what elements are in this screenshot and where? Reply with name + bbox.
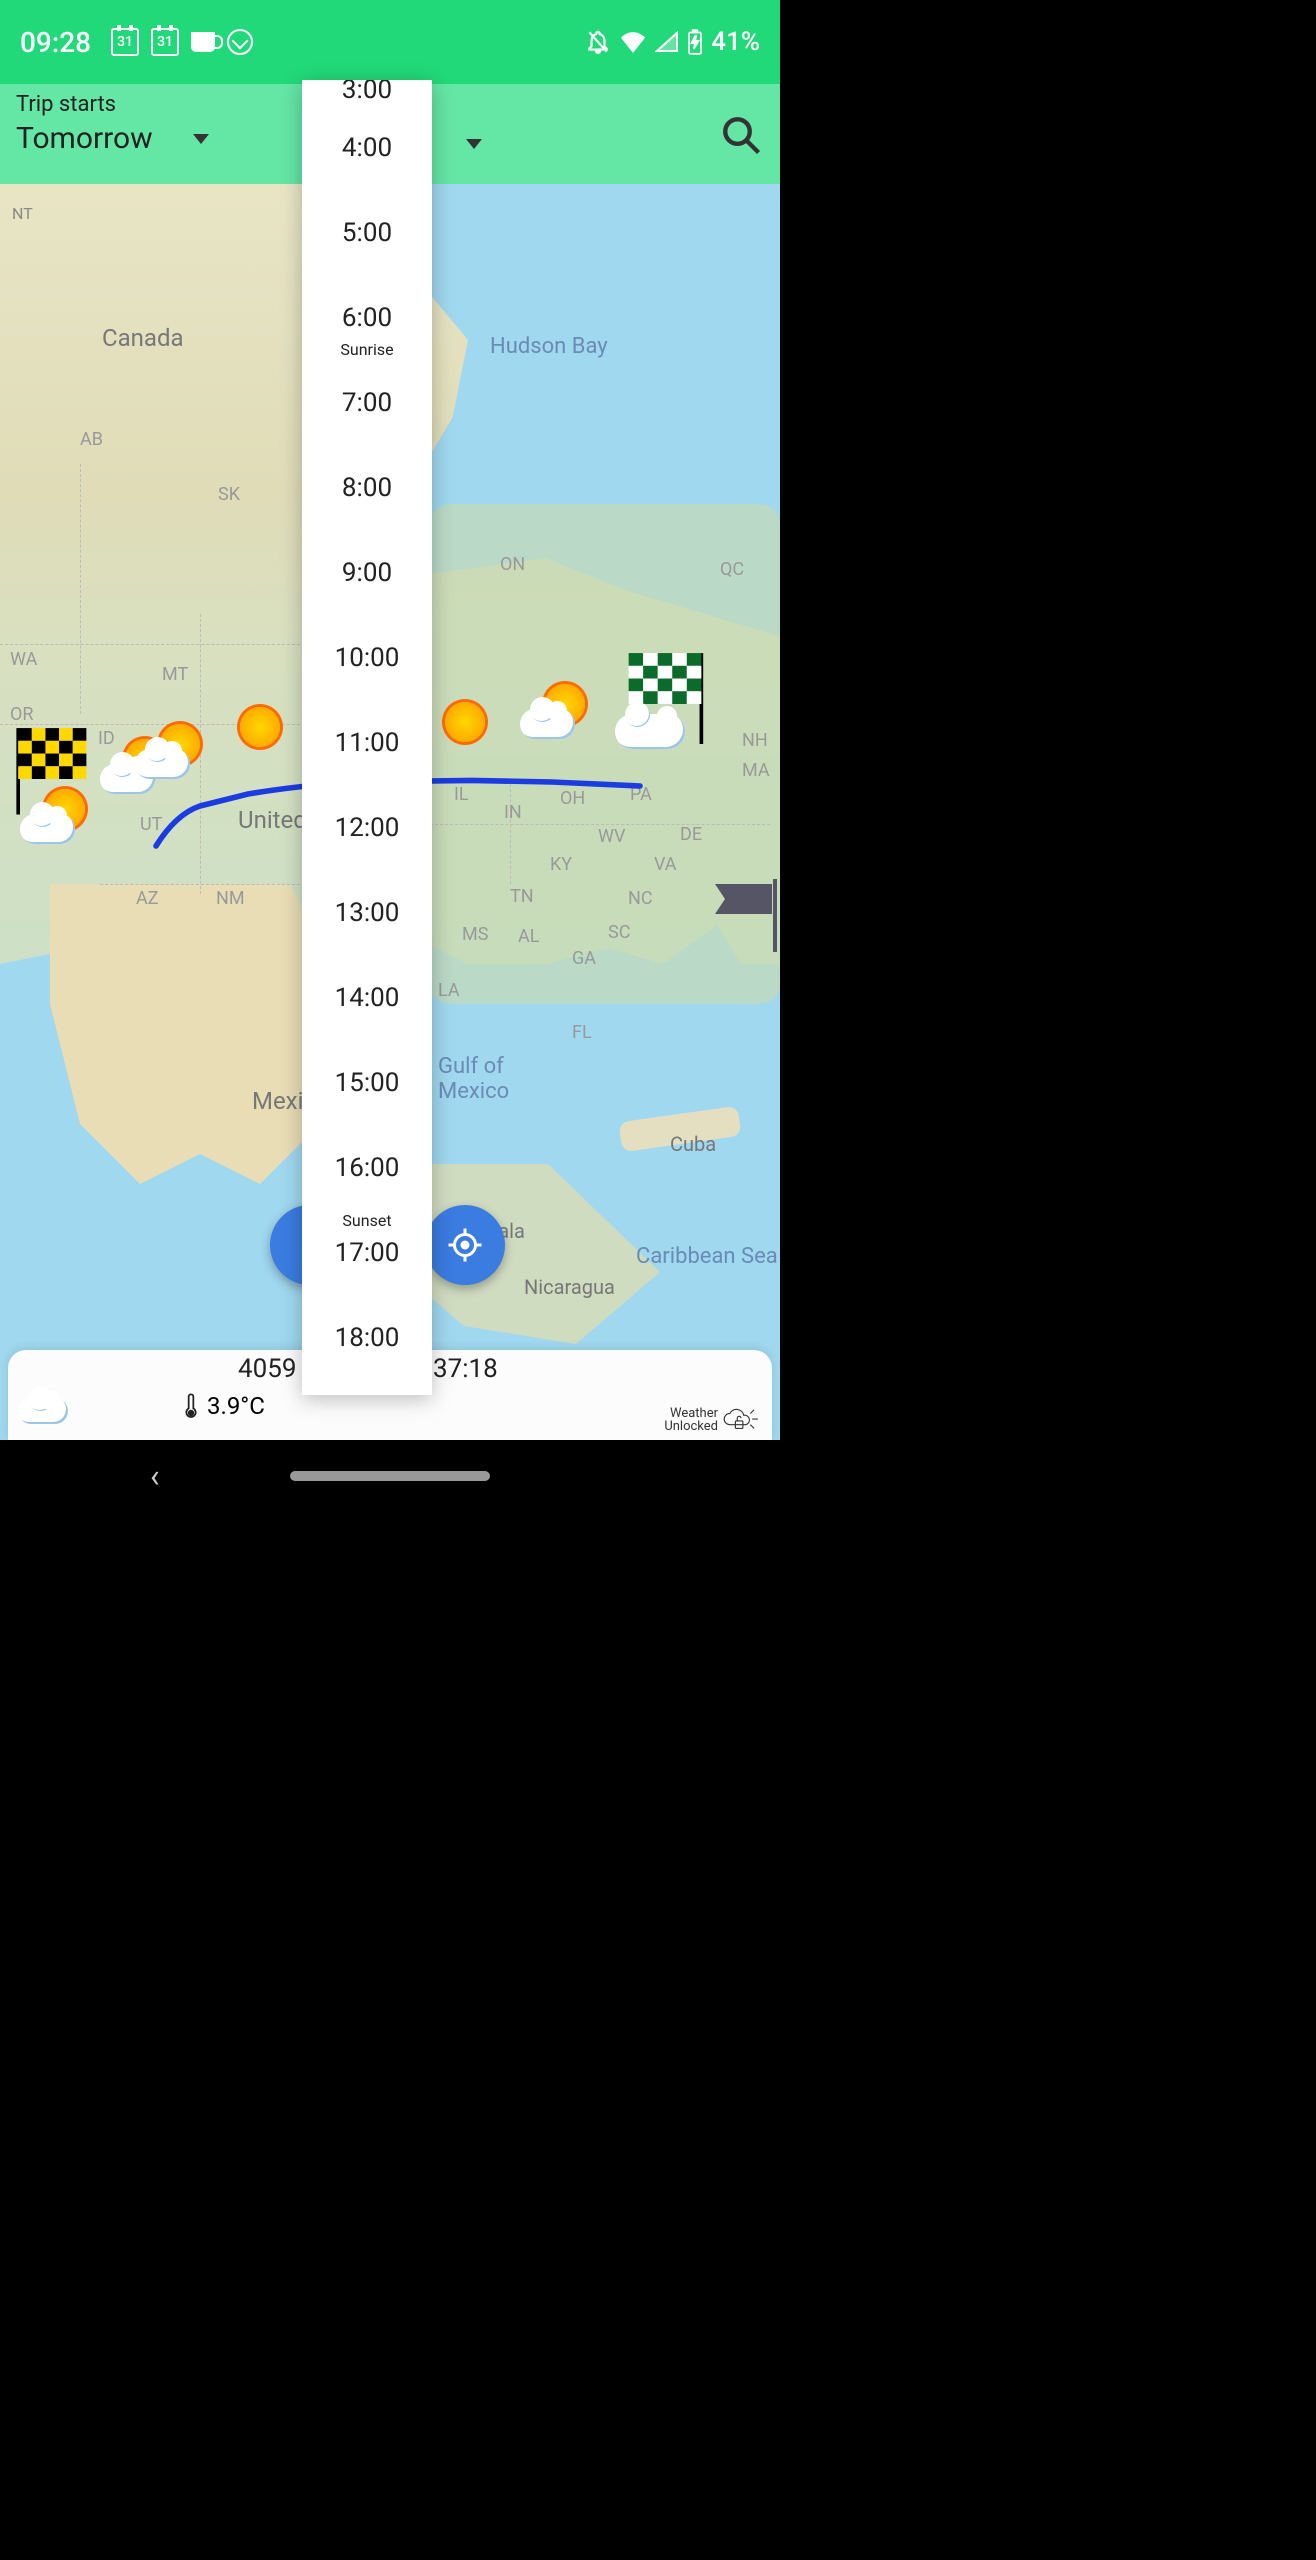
map-label: MT <box>162 664 188 685</box>
map-label: Nicaragua <box>524 1275 615 1299</box>
map-label: FL <box>572 1022 592 1043</box>
map-label: NH <box>742 730 768 751</box>
trip-starts-label: Trip starts <box>16 92 209 117</box>
day-selected: Tomorrow <box>16 121 153 156</box>
waypoint-flag-icon[interactable] <box>710 874 780 954</box>
temperature-value: 3.9°C <box>183 1392 265 1420</box>
time-option[interactable]: 12:00 <box>302 785 432 870</box>
home-pill[interactable] <box>290 1471 490 1481</box>
map-label: Caribbean Sea <box>636 1244 778 1269</box>
map-label: SC <box>608 922 630 943</box>
map-label: AL <box>518 926 539 947</box>
weather-partly-cloudy-icon <box>20 784 90 844</box>
chevron-down-icon <box>193 134 209 144</box>
map-label: Canada <box>102 324 184 352</box>
map-label: SK <box>218 484 240 505</box>
time-option[interactable]: 3:00 <box>302 80 432 105</box>
map-label: MA <box>742 760 770 781</box>
time-option[interactable]: 15:00 <box>302 1040 432 1125</box>
weather-cloud-icon <box>18 1398 68 1424</box>
time-option[interactable]: Sunrise7:00 <box>302 360 432 445</box>
map-label: VA <box>654 854 677 875</box>
calendar-icon-2: 31 <box>151 28 179 56</box>
time-option[interactable]: 16:00Sunset <box>302 1125 432 1210</box>
weather-sunny-icon <box>430 694 500 754</box>
weather-partly-cloudy-icon <box>520 684 590 744</box>
map-label: ON <box>500 554 525 575</box>
sync-icon <box>227 29 253 55</box>
map-label: TN <box>510 886 534 907</box>
time-picker[interactable]: 3:004:005:006:00Sunrise7:008:009:0010:00… <box>302 80 432 1395</box>
status-time: 09:28 <box>20 26 91 59</box>
back-button[interactable]: ‹ <box>150 1457 160 1495</box>
weather-sunny-icon <box>225 699 295 759</box>
time-option[interactable]: 10:00 <box>302 615 432 700</box>
weather-cloudy-icon <box>610 704 680 764</box>
time-option[interactable]: 5:00 <box>302 190 432 275</box>
signal-icon <box>655 31 679 53</box>
time-dropdown-arrow[interactable] <box>466 139 482 149</box>
navigation-bar: ‹ <box>0 1440 780 1512</box>
notification-off-icon <box>585 29 611 55</box>
coffee-icon <box>191 32 215 52</box>
battery-percent: 41% <box>711 27 760 57</box>
map-label: NC <box>628 888 653 909</box>
weather-unlocked-credit: Weather Unlocked <box>664 1406 760 1434</box>
map-label: LA <box>438 980 460 1001</box>
map-label: AB <box>80 429 103 450</box>
locate-me-button[interactable] <box>425 1205 505 1285</box>
battery-icon <box>687 29 703 55</box>
map-label: QC <box>720 559 744 580</box>
time-option[interactable]: 9:00 <box>302 530 432 615</box>
calendar-icon: 31 <box>111 28 139 56</box>
thermometer-icon <box>183 1392 199 1420</box>
wifi-icon <box>619 31 647 53</box>
map-label: WA <box>10 649 37 670</box>
map-label: Cuba <box>670 1132 716 1156</box>
map-label: Gulf of Mexico <box>438 1054 509 1104</box>
time-option[interactable]: 11:00 <box>302 700 432 785</box>
map-label: NM <box>216 888 245 909</box>
time-option[interactable]: 13:00 <box>302 870 432 955</box>
map-label: MS <box>462 924 488 945</box>
time-option[interactable]: 8:00 <box>302 445 432 530</box>
time-option[interactable]: 17:00 <box>302 1210 432 1295</box>
search-button[interactable] <box>720 114 762 160</box>
trip-distance: 4059 <box>238 1354 296 1384</box>
trip-duration: 37:18 <box>433 1354 498 1384</box>
map-label: Hudson Bay <box>490 334 608 359</box>
sunrise-label: Sunrise <box>340 340 393 359</box>
map-label: AZ <box>136 888 159 909</box>
map-label: KY <box>550 854 572 875</box>
weather-partly-cloudy-icon <box>135 724 205 784</box>
map-label: NT <box>12 204 33 223</box>
status-bar: 09:28 31 31 41% <box>0 0 780 84</box>
day-dropdown[interactable]: Tomorrow <box>16 121 209 156</box>
time-option[interactable]: 4:00 <box>302 105 432 190</box>
time-option[interactable]: 18:00 <box>302 1295 432 1380</box>
map-label: GA <box>572 948 596 969</box>
time-option[interactable]: 14:00 <box>302 955 432 1040</box>
